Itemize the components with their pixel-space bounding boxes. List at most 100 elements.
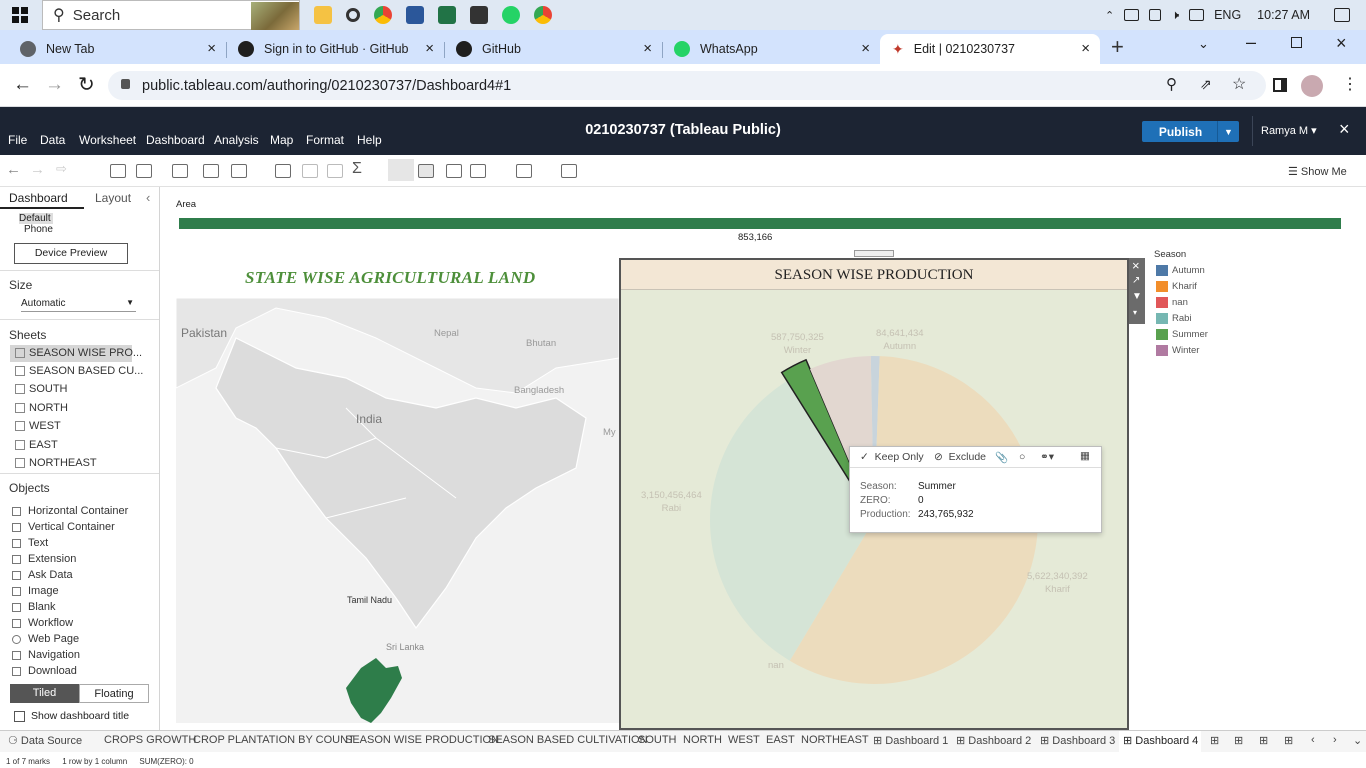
labels-icon[interactable]	[418, 164, 434, 178]
profile-avatar[interactable]	[1301, 75, 1323, 97]
forward-icon[interactable]: →	[45, 74, 64, 96]
legend-item[interactable]: Summer	[1156, 329, 1208, 340]
totals-icon[interactable]: Σ	[352, 160, 362, 178]
network-icon[interactable]	[1189, 9, 1205, 21]
side-panel-icon[interactable]	[1273, 78, 1287, 92]
clear-sheet-icon[interactable]	[231, 164, 247, 178]
excel-icon[interactable]	[438, 6, 456, 24]
tab-layout[interactable]: Layout	[95, 191, 131, 205]
format-icon[interactable]	[446, 164, 462, 178]
tab-whatsapp[interactable]: WhatsApp ×	[662, 34, 880, 64]
india-map[interactable]	[176, 298, 619, 723]
download-icon[interactable]	[561, 164, 577, 178]
object-vertical-container[interactable]: Vertical Container	[12, 521, 115, 533]
new-tab-button[interactable]: +	[1111, 34, 1124, 60]
view-data-icon[interactable]: ▦	[1080, 450, 1090, 462]
show-title-checkbox[interactable]	[14, 711, 25, 722]
chrome-profile-icon[interactable]	[534, 6, 552, 24]
tab-data-source[interactable]: ⚆ Data Source	[8, 734, 82, 747]
tab-dashboard[interactable]: ⊞ Dashboard 2	[956, 734, 1031, 747]
close-icon[interactable]: ×	[643, 40, 652, 57]
tab-sheet[interactable]: SEASON WISE PRODUCTION	[345, 734, 499, 746]
publish-button[interactable]: Publish ▼	[1142, 121, 1239, 142]
group-icon[interactable]: 📎	[995, 451, 1008, 464]
tab-sheet[interactable]: WEST	[728, 734, 760, 746]
floating-toggle[interactable]: Floating	[79, 684, 149, 703]
tab-sheet[interactable]: SOUTH	[638, 734, 677, 746]
close-icon[interactable]: ×	[425, 40, 434, 57]
tab-dashboard[interactable]: ⊞ Dashboard 1	[873, 734, 948, 747]
object-web-page[interactable]: Web Page	[12, 633, 79, 645]
show-me-button[interactable]: ☰ Show Me	[1288, 165, 1347, 178]
share-icon[interactable]: ⇗	[1200, 76, 1212, 93]
keep-only-button[interactable]: ✓ Keep Only	[860, 451, 924, 463]
sheet-item[interactable]: SEASON WISE PRO...	[15, 347, 142, 359]
zoom-icon[interactable]: ⚲	[1166, 75, 1177, 93]
minimize-button[interactable]: –	[1246, 32, 1256, 53]
swap-icon[interactable]	[275, 164, 291, 178]
new-datasource-icon[interactable]	[110, 164, 126, 178]
taskbar-search[interactable]: ⚲ Search	[42, 0, 300, 30]
chevron-left-icon[interactable]: ‹	[1311, 734, 1315, 746]
file-explorer-icon[interactable]	[314, 6, 332, 24]
device-preview-button[interactable]: Device Preview	[14, 243, 128, 264]
new-story-icon[interactable]: ⊞	[1284, 734, 1293, 747]
user-menu[interactable]: Ramya M ▾	[1261, 124, 1317, 137]
store-icon[interactable]	[470, 6, 488, 24]
sort-asc-icon[interactable]	[302, 164, 318, 178]
sheet-item[interactable]: EAST	[15, 439, 58, 451]
tab-sheet[interactable]: NORTHEAST	[801, 734, 869, 746]
pause-updates-icon[interactable]	[136, 164, 152, 178]
pin-icon[interactable]: ○	[1019, 451, 1025, 463]
close-icon[interactable]: ×	[1339, 119, 1350, 140]
close-icon[interactable]: ×	[861, 40, 870, 57]
url-field[interactable]: public.tableau.com/authoring/0210230737/…	[108, 71, 1266, 100]
tab-sheet[interactable]: EAST	[766, 734, 795, 746]
undo-icon[interactable]: ←	[6, 161, 21, 178]
whatsapp-icon[interactable]	[502, 6, 520, 24]
new-sheet-icon[interactable]	[172, 164, 188, 178]
close-icon[interactable]: ×	[1081, 40, 1090, 57]
word-icon[interactable]	[406, 6, 424, 24]
tab-github-signin[interactable]: Sign in to GitHub · GitHub ×	[226, 34, 444, 64]
close-window-button[interactable]: ×	[1336, 33, 1347, 54]
tab-search-icon[interactable]: ⌄	[1198, 36, 1209, 52]
object-blank[interactable]: Blank	[12, 601, 56, 613]
tab-sheet[interactable]: NORTH	[683, 734, 722, 746]
chrome-icon[interactable]	[374, 6, 392, 24]
replay-icon[interactable]: ⇨	[56, 161, 67, 177]
sheet-item[interactable]: WEST	[15, 420, 61, 432]
legend-item[interactable]: Autumn	[1156, 265, 1205, 276]
object-download[interactable]: Download	[12, 665, 77, 677]
sheet-item[interactable]: NORTHEAST	[15, 457, 97, 469]
chevron-right-icon[interactable]: ›	[1333, 734, 1337, 746]
legend-item[interactable]: Kharif	[1156, 281, 1197, 292]
chevron-down-icon[interactable]: ⌄	[1353, 734, 1362, 747]
tab-sheet[interactable]: SEASON BASED CULTIVATION	[488, 734, 648, 746]
legend-item[interactable]: Winter	[1156, 345, 1199, 356]
volume-icon[interactable]: 🕨	[1171, 8, 1179, 23]
sort-desc-icon[interactable]	[327, 164, 343, 178]
fit-icon[interactable]	[470, 164, 486, 178]
presentation-icon[interactable]	[516, 164, 532, 178]
object-text[interactable]: Text	[12, 537, 48, 549]
tab-sheet[interactable]: CROPS GROWTH	[104, 734, 196, 746]
settings-icon[interactable]	[346, 8, 360, 22]
windows-start-icon[interactable]	[12, 7, 28, 23]
more-options-icon[interactable]: ▾	[1133, 308, 1137, 317]
meet-icon[interactable]	[1149, 9, 1162, 21]
new-dashboard-icon[interactable]: ⊞	[1259, 734, 1268, 747]
filter-icon[interactable]: ▼	[1132, 291, 1142, 302]
tab-new-tab[interactable]: New Tab ×	[8, 34, 226, 64]
goto-sheet-icon[interactable]: ↗	[1132, 275, 1140, 286]
device-phone[interactable]: Phone	[24, 224, 53, 235]
legend-item[interactable]: nan	[1156, 297, 1188, 308]
redo-icon[interactable]: →	[30, 161, 45, 178]
tab-github[interactable]: GitHub ×	[444, 34, 662, 64]
remove-icon[interactable]: ×	[1132, 258, 1140, 273]
language-indicator[interactable]: ENG	[1214, 8, 1241, 22]
battery-icon[interactable]	[1124, 9, 1140, 21]
tab-dashboard[interactable]: ⊞ Dashboard 3	[1040, 734, 1115, 747]
legend-item[interactable]: Rabi	[1156, 313, 1192, 324]
tab-overflow[interactable]: ⊞	[1210, 734, 1219, 747]
